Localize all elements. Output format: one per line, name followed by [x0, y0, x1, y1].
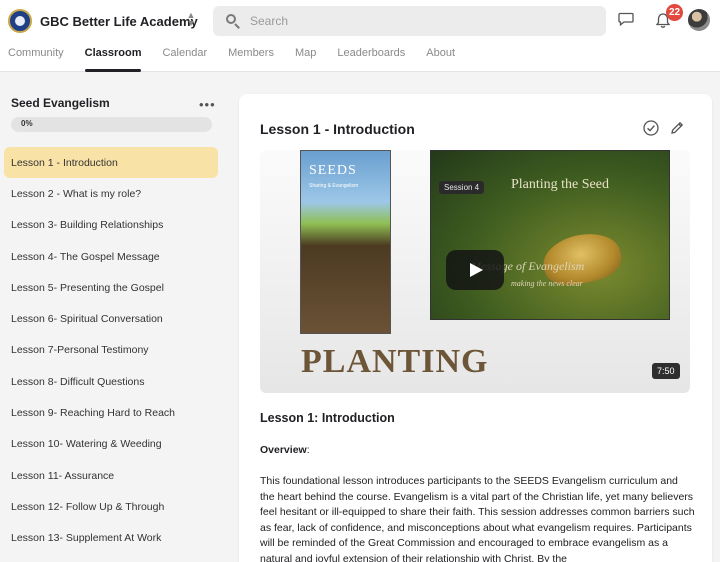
dvd-cover: SEEDS Sharing & Evangelism — [300, 150, 391, 334]
tab-classroom[interactable]: Classroom — [84, 44, 141, 72]
overview-colon: : — [306, 444, 310, 456]
lesson-item-5[interactable]: Lesson 5- Presenting the Gospel — [4, 272, 218, 303]
switch-community-icon[interactable]: ▲ ▼ — [185, 11, 197, 29]
tab-leaderboards[interactable]: Leaderboards — [337, 44, 405, 72]
lesson-list: Lesson 1 - Introduction Lesson 2 - What … — [4, 147, 218, 554]
lesson-item-11[interactable]: Lesson 11- Assurance — [4, 460, 218, 491]
search-input[interactable] — [250, 14, 590, 28]
lesson-title: Lesson 1 - Introduction — [260, 121, 415, 137]
lesson-item-6[interactable]: Lesson 6- Spiritual Conversation — [4, 303, 218, 334]
mark-complete-icon[interactable] — [643, 120, 659, 136]
search-icon — [225, 13, 241, 29]
scene-tagline: making the news clear — [511, 279, 583, 288]
logo-icon — [8, 9, 32, 33]
course-title: Seed Evangelism — [11, 96, 110, 110]
lesson-item-8[interactable]: Lesson 8- Difficult Questions — [4, 366, 218, 397]
tab-community[interactable]: Community — [8, 44, 64, 72]
more-options-icon[interactable]: ••• — [199, 97, 216, 112]
top-header: GBC Better Life Academy ▲▼ 22 Community … — [0, 0, 720, 72]
lesson-item-13[interactable]: Lesson 13- Supplement At Work — [4, 523, 218, 554]
lesson-card: Lesson 1 - Introduction SEEDS Sharing & … — [239, 94, 712, 562]
lesson-item-3[interactable]: Lesson 3- Building Relationships — [4, 210, 218, 241]
scene-title: Planting the Seed — [511, 177, 609, 192]
video-scene: Session 4 Planting the Seed Message of E… — [430, 150, 670, 320]
chat-icon[interactable] — [618, 12, 634, 26]
lesson-description: This foundational lesson introduces part… — [260, 475, 695, 562]
brand-name: GBC Better Life Academy — [40, 13, 198, 29]
tab-calendar[interactable]: Calendar — [162, 44, 207, 72]
lesson-item-9[interactable]: Lesson 9- Reaching Hard to Reach — [4, 397, 218, 428]
overview-heading: Overview: — [260, 444, 310, 456]
brand[interactable]: GBC Better Life Academy — [8, 8, 198, 34]
tab-members[interactable]: Members — [228, 44, 274, 72]
lesson-item-2[interactable]: Lesson 2 - What is my role? — [4, 178, 218, 209]
session-label: Session 4 — [439, 181, 485, 194]
lesson-item-12[interactable]: Lesson 12- Follow Up & Through — [4, 491, 218, 522]
course-progress-bar: 0% — [11, 117, 212, 132]
lesson-item-4[interactable]: Lesson 4- The Gospel Message — [4, 241, 218, 272]
overview-label: Overview — [260, 444, 307, 456]
tab-about[interactable]: About — [426, 44, 455, 72]
dvd-subtitle: Sharing & Evangelism — [309, 183, 359, 189]
content-heading: Lesson 1: Introduction — [260, 411, 395, 425]
video-duration: 7:50 — [652, 363, 680, 379]
course-sidebar: Seed Evangelism ••• 0% Lesson 1 - Introd… — [0, 73, 230, 562]
dvd-title: SEEDS — [309, 163, 357, 178]
edit-icon[interactable] — [669, 120, 685, 136]
search-bar[interactable] — [213, 6, 606, 36]
avatar[interactable] — [688, 9, 710, 31]
lesson-item-10[interactable]: Lesson 10- Watering & Weeding — [4, 429, 218, 460]
planting-banner: PLANTING — [301, 343, 489, 380]
course-progress-label: 0% — [21, 119, 33, 128]
lesson-item-1[interactable]: Lesson 1 - Introduction — [4, 147, 218, 179]
nav-tabs: Community Classroom Calendar Members Map… — [0, 44, 468, 72]
tab-map[interactable]: Map — [295, 44, 316, 72]
notification-badge[interactable]: 22 — [666, 4, 684, 21]
video-player[interactable]: SEEDS Sharing & Evangelism Session 4 Pla… — [260, 150, 690, 393]
lesson-item-7[interactable]: Lesson 7-Personal Testimony — [4, 335, 218, 366]
play-button[interactable] — [446, 250, 504, 290]
